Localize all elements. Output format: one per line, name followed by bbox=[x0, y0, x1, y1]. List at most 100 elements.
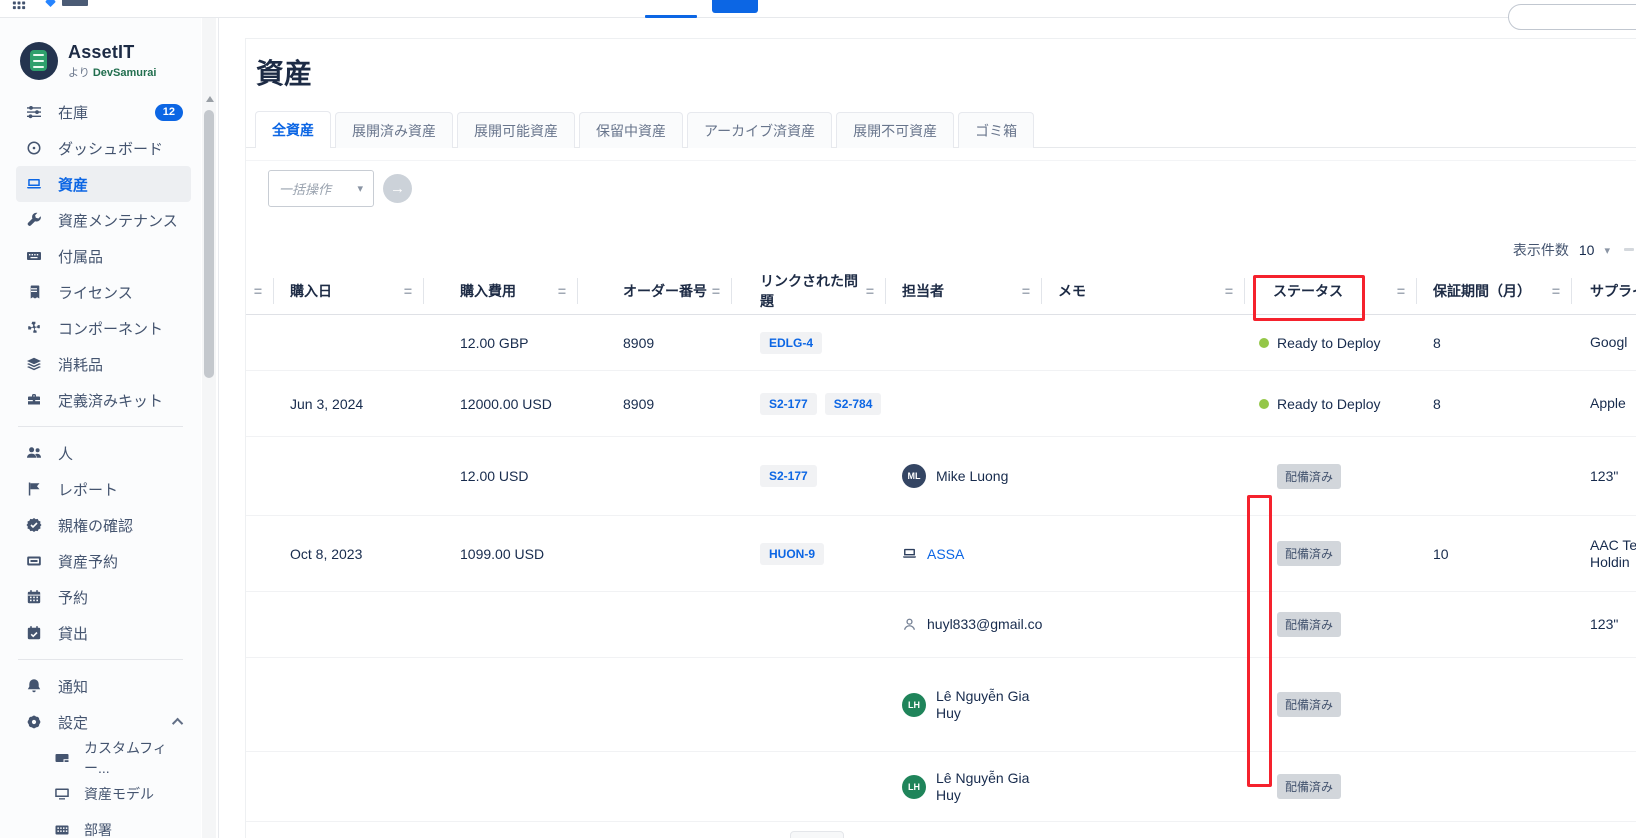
sidebar-item-assets[interactable]: 資産 bbox=[16, 166, 191, 202]
topbar-search-input[interactable] bbox=[1508, 4, 1636, 30]
cell-memo bbox=[1042, 315, 1245, 370]
cell-order-number bbox=[578, 658, 732, 751]
laptop-icon bbox=[902, 546, 917, 561]
tab-deployed-assets[interactable]: 展開済み資産 bbox=[335, 112, 453, 148]
sidebar-scrollbar-thumb[interactable] bbox=[204, 110, 214, 378]
cell-order-number: 8909 bbox=[578, 315, 732, 370]
app-logo: AssetIT より DevSamurai bbox=[0, 18, 201, 80]
app-switcher-icon[interactable] bbox=[12, 0, 26, 10]
tab-all-assets[interactable]: 全資産 bbox=[255, 111, 331, 148]
issue-link[interactable]: HUON-9 bbox=[760, 543, 824, 565]
tab-deployable-assets[interactable]: 展開可能資産 bbox=[457, 112, 575, 148]
cell-assignee: LHLê Nguyễn Gia Huy bbox=[886, 752, 1042, 821]
column-menu-icon[interactable]: = bbox=[558, 283, 566, 299]
status-badge: 配備済み bbox=[1277, 541, 1341, 566]
cell-status: 配備済み bbox=[1245, 752, 1417, 821]
cell-purchase-date bbox=[274, 752, 424, 821]
assignee-name: Mike Luong bbox=[936, 468, 1008, 485]
column-header-supplier: サプライヤー bbox=[1572, 268, 1636, 314]
keyboard-icon bbox=[26, 248, 42, 264]
chevron-up-icon[interactable] bbox=[172, 718, 183, 729]
cell-linked-issues bbox=[732, 752, 886, 821]
inventory-count-badge: 12 bbox=[155, 104, 183, 121]
sidebar-item-custom-fields[interactable]: カスタムフィー... bbox=[44, 740, 191, 776]
cell-purchase-cost: 12000.00 USD bbox=[424, 371, 578, 436]
sidebar-item-predefined-kits[interactable]: 定義済みキット bbox=[16, 382, 191, 418]
issue-link[interactable]: S2-177 bbox=[760, 465, 817, 487]
chevron-down-icon: ▾ bbox=[357, 182, 363, 195]
column-header-memo: メモ= bbox=[1042, 268, 1245, 314]
column-menu-icon[interactable]: = bbox=[1397, 283, 1405, 299]
cell-warranty bbox=[1417, 592, 1572, 657]
sidebar-item-inventory[interactable]: 在庫 12 bbox=[16, 94, 191, 130]
cell-warranty bbox=[1417, 658, 1572, 751]
sidebar-item-reports[interactable]: レポート bbox=[16, 471, 191, 507]
table-row[interactable]: Jun 3, 2024 12000.00 USD 8909 S2-177S2-7… bbox=[246, 371, 1636, 437]
cell-order-number bbox=[578, 516, 732, 591]
sidebar-item-licenses[interactable]: ライセンス bbox=[16, 274, 191, 310]
column-menu-icon[interactable]: = bbox=[866, 283, 874, 299]
badge-check-icon bbox=[26, 517, 42, 533]
sidebar: AssetIT より DevSamurai 在庫 12 ダッシュボード 資産 資… bbox=[0, 18, 201, 838]
sidebar-item-checkout[interactable]: 貸出 bbox=[16, 615, 191, 651]
sidebar-item-asset-reservation[interactable]: 資産予約 bbox=[16, 543, 191, 579]
sidebar-item-custody-check[interactable]: 親権の確認 bbox=[16, 507, 191, 543]
bulk-action-apply-button[interactable]: → bbox=[383, 174, 412, 203]
jira-logo-icon[interactable] bbox=[44, 0, 57, 9]
cell-linked-issues: EDLG-4 bbox=[732, 315, 886, 370]
column-menu-icon[interactable]: = bbox=[404, 283, 412, 299]
issue-link[interactable]: S2-784 bbox=[825, 393, 882, 415]
table-row[interactable]: Oct 8, 2023 1099.00 USD HUON-9 ASSA 配備済み… bbox=[246, 516, 1636, 592]
cell-supplier: AAC Te Holdin bbox=[1572, 516, 1636, 591]
table-row[interactable]: 12.00 GBP 8909 EDLG-4 Ready to Deploy 8 … bbox=[246, 315, 1636, 371]
sidebar-item-asset-models[interactable]: 資産モデル bbox=[44, 776, 191, 812]
issue-link[interactable]: EDLG-4 bbox=[760, 332, 822, 354]
tab-trash[interactable]: ゴミ箱 bbox=[958, 112, 1034, 148]
tab-archived-assets[interactable]: アーカイブ済資産 bbox=[687, 112, 832, 148]
scrollbar-up-arrow-icon[interactable] bbox=[206, 96, 214, 102]
table-row[interactable]: LHLê Nguyễn Gia Huy 配備済み bbox=[246, 658, 1636, 752]
cell-memo bbox=[1042, 658, 1245, 751]
issue-link[interactable]: S2-177 bbox=[760, 393, 817, 415]
sidebar-item-reservations[interactable]: 予約 bbox=[16, 579, 191, 615]
cell-linked-issues: S2-177 S2-784 bbox=[732, 371, 886, 436]
tab-pending-assets[interactable]: 保留中資産 bbox=[579, 112, 683, 148]
cell-supplier: Googl bbox=[1572, 315, 1636, 370]
cell-linked-issues bbox=[732, 658, 886, 751]
table-row[interactable]: huyl833@gmail.con 配備済み 123" bbox=[246, 592, 1636, 658]
bulk-action-select[interactable]: 一括操作 ▾ bbox=[268, 170, 374, 207]
sidebar-item-departments[interactable]: 部署 bbox=[44, 812, 191, 838]
table-row[interactable]: LHLê Nguyễn Gia Huy 配備済み bbox=[246, 752, 1636, 822]
column-header-order-number: オーダー番号= bbox=[578, 268, 732, 314]
sidebar-item-asset-maintenance[interactable]: 資産メンテナンス bbox=[16, 202, 191, 238]
tab-undeployable-assets[interactable]: 展開不可資産 bbox=[836, 112, 954, 148]
asset-link[interactable]: ASSA bbox=[927, 546, 964, 562]
cell-assignee: huyl833@gmail.con bbox=[886, 592, 1042, 657]
column-menu-icon[interactable]: = bbox=[254, 283, 262, 299]
column-header-purchase-cost: 購入費用= bbox=[424, 268, 578, 314]
sidebar-item-notifications[interactable]: 通知 bbox=[16, 668, 191, 704]
cell-purchase-cost bbox=[424, 592, 578, 657]
page-size-value[interactable]: 10 bbox=[1579, 242, 1595, 258]
create-button[interactable] bbox=[712, 0, 758, 13]
sidebar-item-people[interactable]: 人 bbox=[16, 435, 191, 471]
sidebar-item-components[interactable]: コンポーネント bbox=[16, 310, 191, 346]
column-menu-icon[interactable]: = bbox=[1022, 283, 1030, 299]
sidebar-item-settings[interactable]: 設定 bbox=[16, 704, 191, 740]
page-size-control[interactable]: 表示件数 10 ▾ bbox=[1430, 240, 1610, 260]
column-menu-icon[interactable]: = bbox=[1225, 283, 1233, 299]
table-row[interactable]: 12.00 USD S2-177 MLMike Luong 配備済み 123" bbox=[246, 437, 1636, 516]
status-dot-icon bbox=[1259, 399, 1269, 409]
app-byline: より DevSamurai bbox=[68, 64, 156, 80]
sidebar-item-dashboard[interactable]: ダッシュボード bbox=[16, 130, 191, 166]
cell-purchase-date bbox=[274, 658, 424, 751]
page-size-label: 表示件数 bbox=[1513, 240, 1569, 260]
toolbar-overflow-icon[interactable] bbox=[1624, 248, 1634, 251]
column-menu-icon[interactable]: = bbox=[712, 283, 720, 299]
sidebar-item-accessories[interactable]: 付属品 bbox=[16, 238, 191, 274]
column-menu-icon[interactable]: = bbox=[1552, 283, 1560, 299]
sidebar-divider bbox=[18, 426, 183, 427]
sidebar-item-consumables[interactable]: 消耗品 bbox=[16, 346, 191, 382]
avatar: LH bbox=[902, 775, 926, 799]
column-header-status: ステータス= bbox=[1245, 268, 1417, 314]
